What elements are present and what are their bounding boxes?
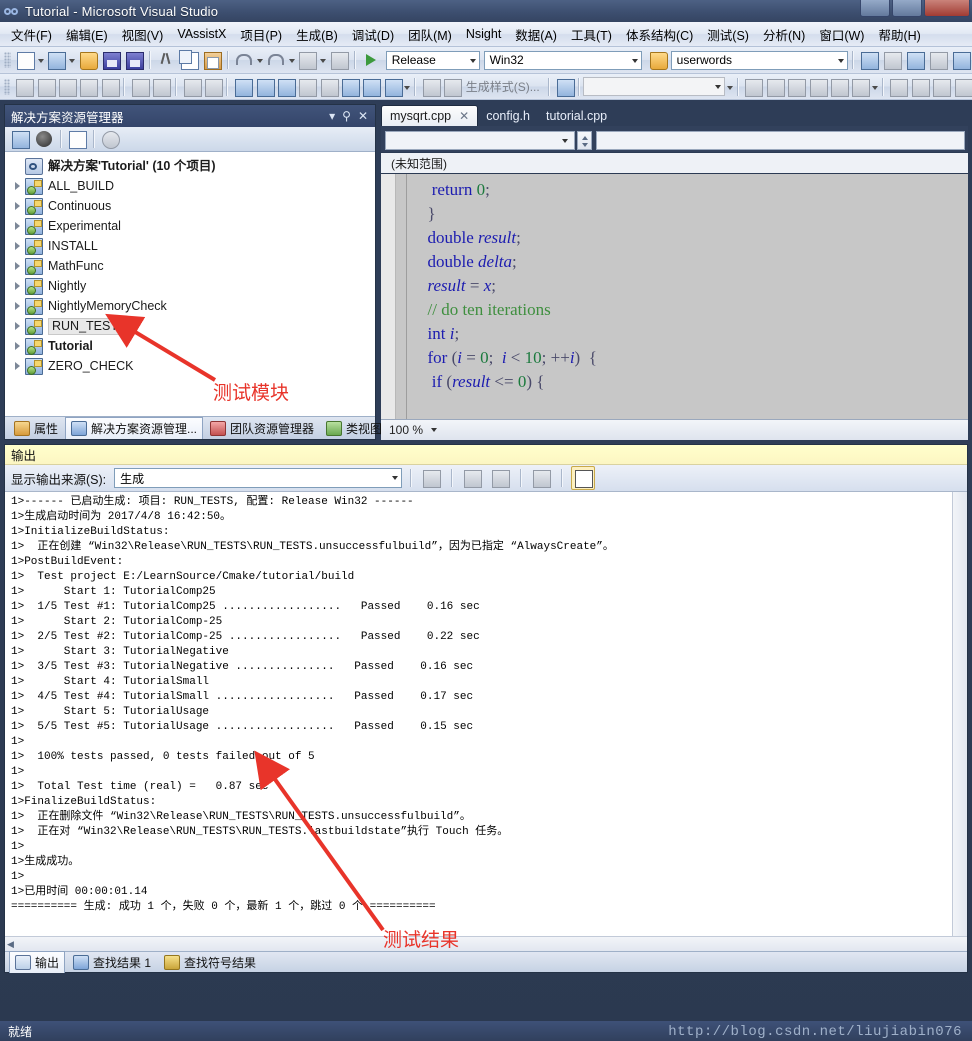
annotation-arrows bbox=[105, 313, 385, 932]
annotation-arrow-module bbox=[105, 313, 217, 382]
annotation-test-result: 测试结果 bbox=[383, 929, 460, 951]
annotation-test-module: 测试模块 bbox=[213, 382, 290, 404]
visual-studio-window: Tutorial - Microsoft Visual Studio 文件(F)… bbox=[0, 0, 972, 1041]
annotation-arrow-result bbox=[254, 750, 385, 932]
